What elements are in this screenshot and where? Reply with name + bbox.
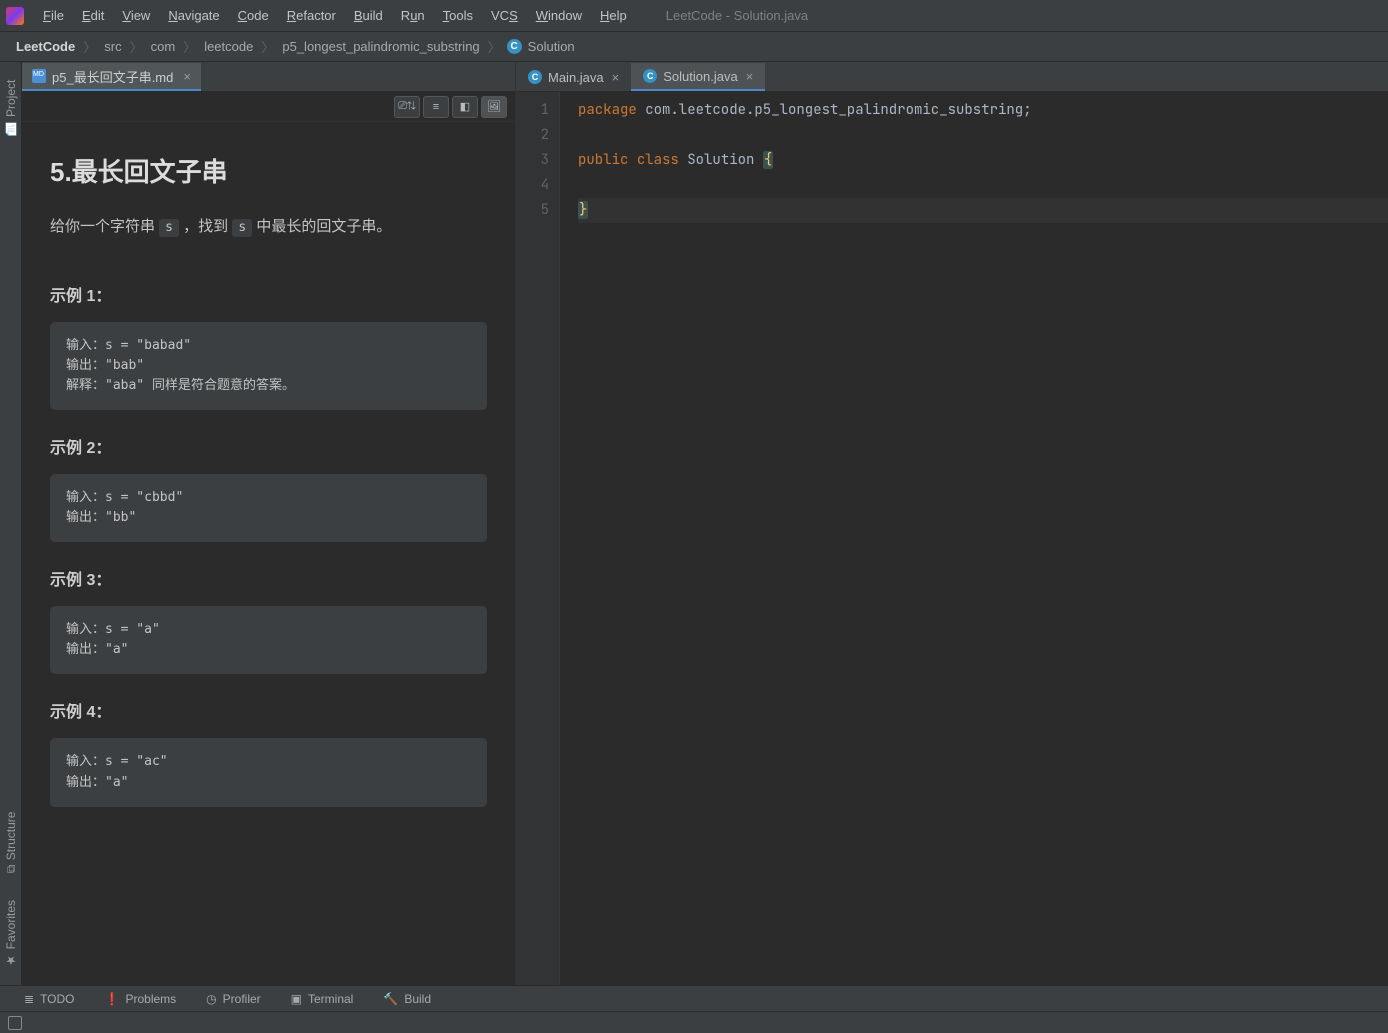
markdown-panel: p5_最长回文子串.md × ⎚⇅ ≡ ◧ 🖼 5.最长回文子串 给你一个字符串… — [22, 62, 516, 985]
example-block: 输入：s = "ac" 输出："a" — [50, 738, 487, 806]
menu-navigate[interactable]: Navigate — [159, 4, 228, 27]
code-panel: C Main.java × C Solution.java × 1 2 3 4 … — [516, 62, 1388, 985]
line-no: 1 — [516, 98, 549, 123]
example-block: 输入：s = "cbbd" 输出："bb" — [50, 474, 487, 542]
tool-structure[interactable]: ⧉Structure — [2, 804, 20, 881]
bottom-tool-bar: ≣TODO ❗Problems ◷Profiler ▣Terminal 🔨Bui… — [0, 985, 1388, 1011]
menu-window[interactable]: Window — [527, 4, 591, 27]
line-gutter: 1 2 3 4 5 — [516, 92, 560, 985]
list-icon: ≣ — [24, 992, 34, 1006]
md-tab[interactable]: p5_最长回文子串.md × — [22, 63, 201, 91]
md-view-split-icon[interactable]: ◧ — [452, 96, 478, 118]
tool-problems[interactable]: ❗Problems — [91, 989, 191, 1009]
code-tab-label: Main.java — [548, 70, 604, 85]
window-title: LeetCode - Solution.java — [666, 8, 808, 23]
crumb-package[interactable]: p5_longest_palindromic_substring — [280, 39, 481, 54]
md-view-preview-icon[interactable]: 🖼 — [481, 96, 507, 118]
crumb-leetcode[interactable]: leetcode — [202, 39, 255, 54]
code-line: } — [578, 198, 1388, 223]
example-block: 输入：s = "babad" 输出："bab" 解释："aba" 同样是符合题意… — [50, 322, 487, 410]
tool-build[interactable]: 🔨Build — [369, 989, 445, 1009]
code-line — [578, 173, 1388, 198]
crumb-sep-icon: 〉 — [482, 37, 507, 56]
menu-file[interactable]: File — [34, 4, 73, 27]
left-tool-rail: 📄Project ⧉Structure ★Favorites — [0, 62, 22, 985]
crumb-project[interactable]: LeetCode — [14, 39, 77, 54]
tool-terminal[interactable]: ▣Terminal — [277, 989, 368, 1009]
example-heading: 示例 3： — [50, 566, 487, 590]
line-no: 2 — [516, 123, 549, 148]
code-tab-main[interactable]: C Main.java × — [516, 63, 631, 91]
md-file-icon — [32, 69, 46, 83]
example-heading: 示例 1： — [50, 282, 487, 306]
md-view-editor-icon[interactable]: ⎚⇅ — [394, 96, 420, 118]
close-icon[interactable]: × — [183, 69, 191, 84]
md-tab-label: p5_最长回文子串.md — [52, 67, 173, 86]
example-heading: 示例 4： — [50, 698, 487, 722]
class-icon: C — [528, 70, 542, 84]
line-no: 4 — [516, 173, 549, 198]
menu-bar: File Edit View Navigate Code Refactor Bu… — [0, 0, 1388, 32]
app-logo-icon — [6, 7, 24, 25]
code-line — [578, 123, 1388, 148]
problem-desc: 给你一个字符串 s ，找到 s 中最长的回文子串。 — [50, 213, 487, 242]
menu-code[interactable]: Code — [229, 4, 278, 27]
tool-profiler[interactable]: ◷Profiler — [192, 989, 275, 1009]
crumb-com[interactable]: com — [149, 39, 178, 54]
menu-help[interactable]: Help — [591, 4, 636, 27]
menu-vcs[interactable]: VCS — [482, 4, 527, 27]
status-panel-icon[interactable] — [8, 1016, 22, 1030]
menu-build[interactable]: Build — [345, 4, 392, 27]
example-block: 输入：s = "a" 输出："a" — [50, 606, 487, 674]
tool-project[interactable]: 📄Project — [2, 72, 20, 144]
hammer-icon: 🔨 — [383, 992, 398, 1006]
crumb-sep-icon: 〉 — [255, 37, 280, 56]
main-area: 📄Project ⧉Structure ★Favorites p5_最长回文子串… — [0, 62, 1388, 985]
menu-tools[interactable]: Tools — [434, 4, 482, 27]
crumb-sep-icon: 〉 — [77, 37, 102, 56]
line-no: 3 — [516, 148, 549, 173]
md-view-lines-icon[interactable]: ≡ — [423, 96, 449, 118]
tool-favorites[interactable]: ★Favorites — [2, 892, 20, 975]
menu-view[interactable]: View — [113, 4, 159, 27]
example-heading: 示例 2： — [50, 434, 487, 458]
crumb-class[interactable]: Solution — [526, 39, 577, 54]
line-no: 5 — [516, 198, 549, 223]
code-line: package com.leetcode.p5_longest_palindro… — [578, 98, 1388, 123]
problem-title: 5.最长回文子串 — [50, 152, 487, 189]
code-tab-solution[interactable]: C Solution.java × — [631, 63, 765, 91]
md-preview[interactable]: 5.最长回文子串 给你一个字符串 s ，找到 s 中最长的回文子串。 示例 1：… — [22, 122, 515, 985]
close-icon[interactable]: × — [746, 69, 754, 84]
menu-run[interactable]: Run — [392, 4, 434, 27]
menu-edit[interactable]: Edit — [73, 4, 113, 27]
crumb-src[interactable]: src — [102, 39, 123, 54]
terminal-icon: ▣ — [291, 992, 302, 1006]
crumb-sep-icon: 〉 — [177, 37, 202, 56]
code-line: public class Solution { — [578, 148, 1388, 173]
crumb-sep-icon: 〉 — [124, 37, 149, 56]
gauge-icon: ◷ — [206, 992, 216, 1006]
breadcrumb: LeetCode 〉 src 〉 com 〉 leetcode 〉 p5_lon… — [0, 32, 1388, 62]
menu-refactor[interactable]: Refactor — [278, 4, 345, 27]
code-tabbar: C Main.java × C Solution.java × — [516, 62, 1388, 92]
code-tab-label: Solution.java — [663, 69, 737, 84]
code-body[interactable]: package com.leetcode.p5_longest_palindro… — [560, 92, 1388, 985]
md-toolbar: ⎚⇅ ≡ ◧ 🖼 — [22, 92, 515, 122]
tool-todo[interactable]: ≣TODO — [10, 989, 89, 1009]
class-icon: C — [643, 69, 657, 83]
class-icon: C — [507, 39, 522, 54]
md-tabbar: p5_最长回文子串.md × — [22, 62, 515, 92]
code-editor[interactable]: 1 2 3 4 5 package com.leetcode.p5_longes… — [516, 92, 1388, 985]
close-icon[interactable]: × — [612, 70, 620, 85]
status-bar — [0, 1011, 1388, 1033]
warning-icon: ❗ — [105, 992, 120, 1006]
